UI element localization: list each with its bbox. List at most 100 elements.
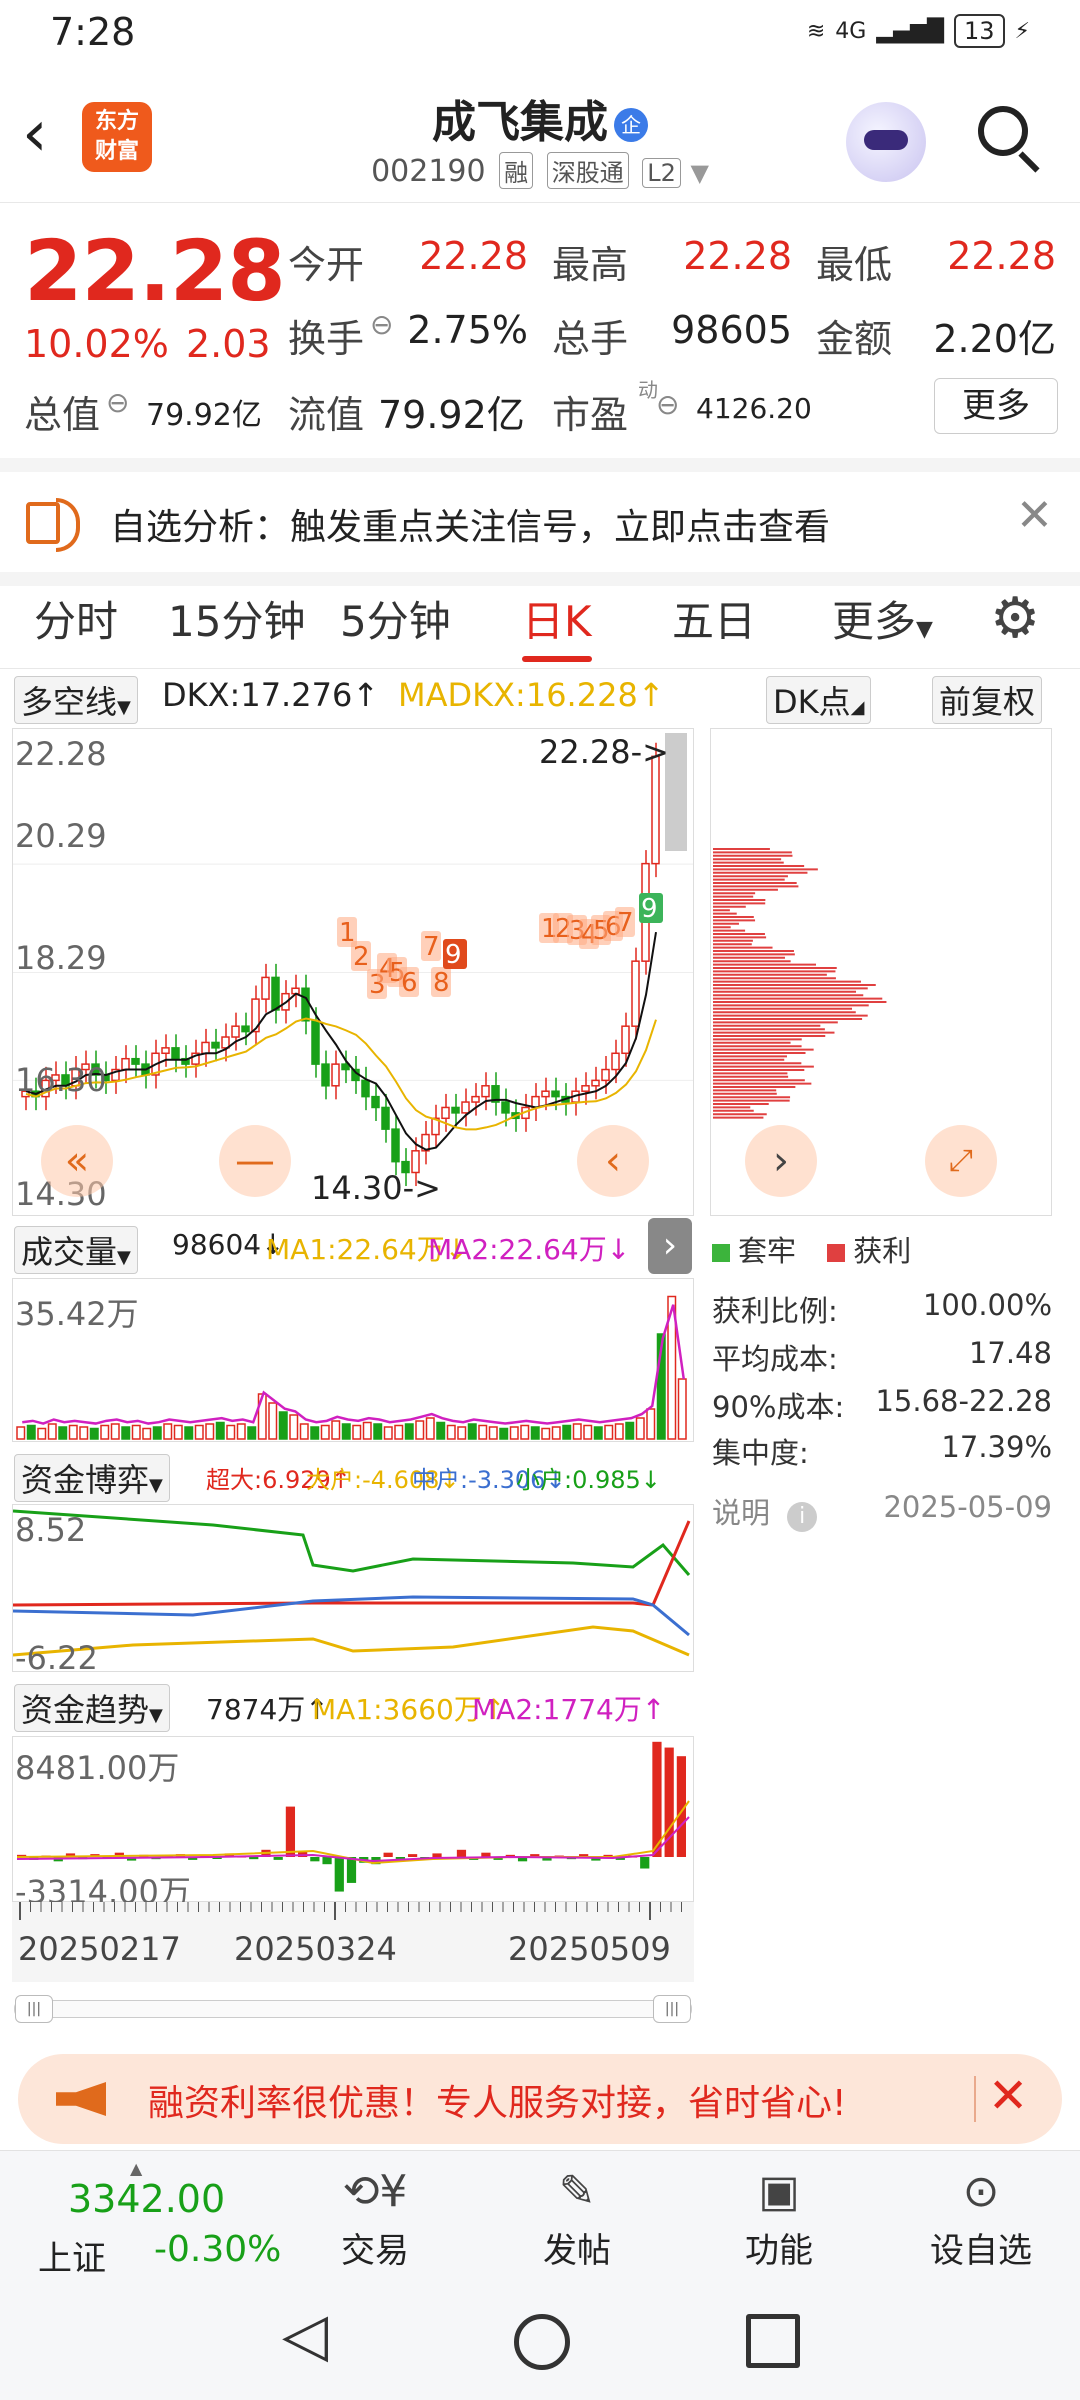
volume-bar — [142, 1427, 152, 1440]
index-change: -0.30% — [154, 2229, 282, 2270]
tab-daily-k[interactable]: 日K — [522, 588, 592, 649]
trap-color-icon — [712, 1244, 730, 1262]
volume-bar — [310, 1426, 320, 1440]
volume-bar — [488, 1426, 498, 1440]
capital-trend-select[interactable]: 资金趋势▼ — [14, 1684, 170, 1732]
candle-body — [371, 1095, 380, 1109]
high-label: 最高 — [552, 243, 629, 287]
tab-more[interactable]: 更多▼ — [832, 588, 933, 649]
price-label-4: 16.30 — [15, 1061, 107, 1099]
candle-body — [301, 987, 310, 1022]
step-back-button[interactable]: ‹ — [577, 1125, 649, 1197]
close-icon[interactable]: ✕ — [988, 2068, 1028, 2124]
volume-bar — [236, 1423, 246, 1440]
nav-trade[interactable]: ⟲¥ 交易 — [310, 2161, 440, 2272]
volume-bar — [16, 1426, 26, 1440]
nav-functions[interactable]: ▣ 功能 — [714, 2161, 844, 2272]
chip-distribution[interactable]: › ⤢ — [710, 728, 1052, 1216]
chip-note-row[interactable]: 说明 i 2025-05-09 — [712, 1490, 1052, 1532]
volume-bar — [89, 1427, 99, 1440]
info-icon[interactable]: ⊖ — [656, 388, 679, 421]
gear-icon[interactable]: ⚙ — [990, 586, 1040, 651]
candle-body — [471, 1095, 480, 1103]
candle-body — [341, 1063, 350, 1071]
info-icon[interactable]: ⊖ — [106, 386, 129, 419]
current-price: 22.28 — [24, 222, 286, 320]
promo-banner[interactable]: 融资利率很优惠！专人服务对接，省时省心! ✕ — [18, 2054, 1062, 2144]
speaker-icon — [26, 502, 60, 544]
range-handle-right[interactable]: ||| — [653, 1995, 691, 2023]
home-circle-icon[interactable] — [514, 2314, 570, 2370]
capital-game-chart[interactable]: 8.52 -6.22 — [12, 1504, 694, 1677]
chevron-right-icon[interactable]: › — [648, 1218, 692, 1274]
back-triangle-icon[interactable]: ◁ — [282, 2300, 328, 2370]
robot-assistant-avatar[interactable] — [846, 102, 926, 182]
volume-top-label: 35.42万 — [15, 1295, 139, 1333]
volume-select[interactable]: 成交量▼ — [14, 1226, 138, 1274]
trend-bar — [456, 1849, 467, 1857]
kline-chart[interactable]: 12345678912345679 22.28 20.29 18.29 16.3… — [12, 728, 694, 1216]
speaker-wave-icon — [56, 498, 80, 552]
float-value-label: 流值 — [288, 393, 365, 437]
range-handle-left[interactable]: ||| — [15, 1995, 53, 2023]
zoom-out-button[interactable]: — — [219, 1125, 291, 1197]
turnover-value: 2.75% — [407, 308, 528, 352]
range-slider[interactable]: ||| ||| — [14, 1995, 692, 2023]
fast-back-button[interactable]: « — [41, 1125, 113, 1197]
search-icon[interactable] — [978, 106, 1028, 156]
tab-5min[interactable]: 5分钟 — [340, 588, 451, 649]
volume-bar — [646, 1408, 656, 1440]
indicator-select[interactable]: 多空线▼ — [14, 676, 138, 724]
dropdown-triangle-icon: ▼ — [916, 617, 933, 642]
trend-bar — [432, 1853, 442, 1857]
tab-intraday[interactable]: 分时 — [34, 588, 118, 649]
volume-bar — [152, 1426, 162, 1440]
dropdown-triangle-icon: ▼ — [117, 1247, 131, 1268]
stock-header: ‹ 东方 财富 成飞集成企 002190 融 深股通 L2 ▼ — [0, 72, 1080, 203]
close-icon[interactable]: ✕ — [1016, 490, 1053, 541]
volume-bar — [572, 1423, 582, 1440]
nav-post[interactable]: ✎ 发帖 — [512, 2161, 642, 2272]
tab-15min[interactable]: 15分钟 — [168, 588, 305, 649]
volume-bar — [509, 1426, 519, 1440]
volume-bar — [383, 1426, 393, 1440]
volume-bar — [37, 1427, 47, 1440]
up-triangle-icon: ▲ — [130, 2159, 143, 2178]
trend-bar — [334, 1857, 344, 1892]
grid-icon: ▣ — [758, 2166, 800, 2217]
volume-bar — [499, 1427, 509, 1440]
volume-chart[interactable]: 35.42万 — [12, 1278, 694, 1442]
volume-bar — [404, 1423, 414, 1440]
volume-bar — [478, 1424, 488, 1440]
volume-bar — [79, 1426, 89, 1440]
tab-five-day[interactable]: 五日 — [672, 588, 756, 649]
recent-apps-icon[interactable] — [746, 2314, 800, 2368]
capital-trend-chart[interactable]: 8481.00万 -3314.00万 — [12, 1736, 694, 1911]
volume-bar — [184, 1426, 194, 1440]
nav-add-watchlist[interactable]: ⊙ 设自选 — [916, 2161, 1046, 2272]
volume-label: 总手 — [552, 317, 629, 361]
yuan-exchange-icon: ⟲¥ — [342, 2166, 408, 2217]
candle-body — [201, 1041, 210, 1055]
volume-bar — [215, 1421, 225, 1440]
td-signal-label: 8 — [433, 968, 450, 998]
status-time: 7:28 — [50, 10, 136, 54]
trend-bar — [383, 1852, 393, 1857]
chip-stat-row: 90%成本: 15.68-22.28 — [712, 1384, 1052, 1424]
candle-body — [271, 976, 280, 1011]
dk-point-button[interactable]: DK点◢ — [766, 676, 872, 724]
adjust-button[interactable]: 前复权 — [932, 676, 1043, 724]
open-value: 22.28 — [419, 234, 528, 278]
total-value: 79.92亿 — [146, 398, 262, 433]
td-signal-label: 6 — [401, 968, 418, 998]
more-button[interactable]: 更多 — [934, 378, 1058, 434]
analysis-notice[interactable]: 自选分析：触发重点关注信号，立即点击查看 ✕ — [0, 458, 1080, 586]
candle-body — [171, 1047, 180, 1060]
info-icon[interactable]: ⊖ — [370, 308, 393, 341]
step-forward-button[interactable]: › — [745, 1125, 817, 1197]
expand-icon[interactable]: ⤢ — [925, 1125, 997, 1197]
volume-bar — [341, 1423, 351, 1440]
capital-game-select[interactable]: 资金博弈▼ — [14, 1454, 170, 1502]
td-signal-label: 7 — [617, 908, 634, 938]
date-mid: 20250324 — [234, 1930, 397, 1968]
